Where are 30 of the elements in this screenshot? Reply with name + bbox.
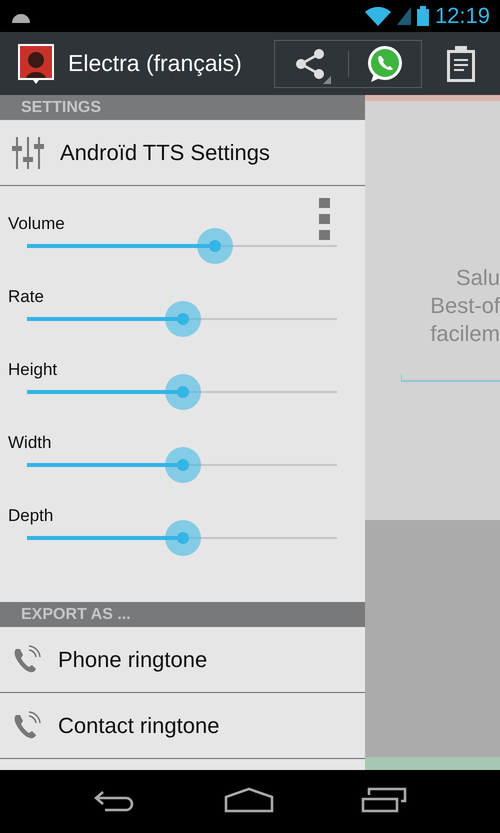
slider-label: Height (8, 359, 58, 381)
slider-label: Rate (8, 286, 44, 308)
slider-thumb[interactable] (164, 520, 201, 556)
slider-thumb[interactable] (164, 374, 201, 410)
sliders-icon (12, 136, 44, 168)
slider[interactable] (27, 301, 337, 337)
slider-thumb[interactable] (196, 228, 233, 264)
battery-icon (416, 6, 429, 26)
content-text: facilem (430, 320, 500, 348)
content-text: Salu (456, 264, 500, 292)
clock: 12:19 (434, 3, 490, 29)
overflow-menu-icon[interactable] (319, 198, 330, 240)
content-text: Best-of (430, 292, 500, 320)
slider[interactable] (27, 447, 337, 483)
wifi-icon (364, 6, 391, 26)
slider-label: Width (8, 432, 52, 454)
clipboard-icon (446, 44, 476, 82)
slider-thumb[interactable] (164, 301, 201, 337)
app-title: Electra (français) (68, 50, 243, 77)
slider[interactable] (27, 228, 337, 264)
phone-icon (12, 710, 42, 740)
signal-icon (396, 7, 411, 25)
section-header: SETTINGS (0, 95, 365, 120)
slider-label: Volume (8, 213, 65, 235)
slider-thumb[interactable] (164, 447, 201, 483)
slider-label: Depth (8, 505, 54, 527)
phone-icon (12, 644, 42, 674)
settings-item[interactable]: Androïd TTS Settings (0, 120, 365, 186)
section-header: EXPORT AS ... (0, 602, 365, 627)
avatar-icon (18, 44, 54, 84)
